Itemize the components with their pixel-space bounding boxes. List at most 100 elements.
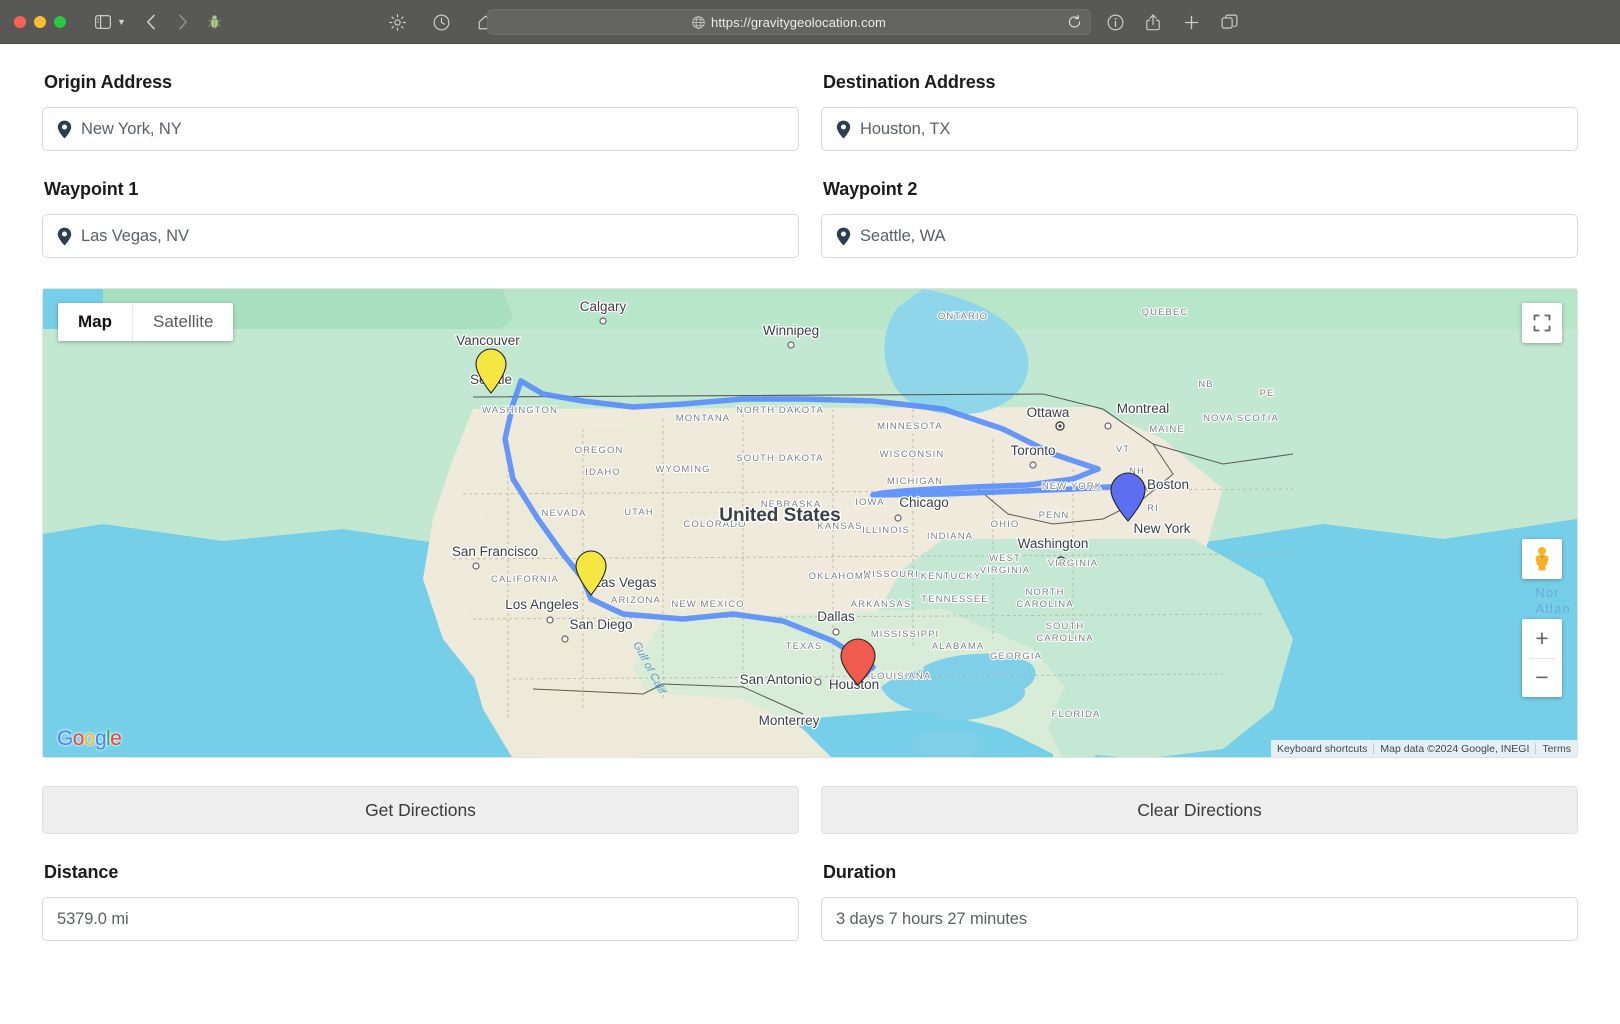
address-row-primary: Origin Address New York, NY Destination … [42,44,1578,151]
street-view-pegman-icon[interactable] [1522,539,1562,579]
svg-text:San Francisco: San Francisco [452,544,538,559]
tab-overview-icon[interactable] [1214,8,1244,36]
svg-text:ARKANSAS: ARKANSAS [851,599,912,610]
share-icon[interactable] [1138,8,1168,36]
zoom-in-button[interactable]: + [1522,619,1562,658]
svg-text:Calgary: Calgary [580,299,627,314]
map-type-toggle[interactable]: Map Satellite [58,303,233,341]
get-directions-button[interactable]: Get Directions [42,786,799,834]
svg-text:LOUISIANA: LOUISIANA [871,671,932,682]
svg-text:Vancouver: Vancouver [456,333,520,348]
destination-field-group: Destination Address Houston, TX [821,44,1578,151]
duration-value: 3 days 7 hours 27 minutes [836,910,1027,929]
svg-text:Chicago: Chicago [899,495,949,510]
gear-icon[interactable] [382,8,412,36]
waypoint1-label: Waypoint 1 [44,179,799,200]
distance-group: Distance 5379.0 mi [42,834,799,941]
reload-icon[interactable] [1067,15,1082,30]
origin-input[interactable]: New York, NY [42,107,799,151]
results-row: Distance 5379.0 mi Duration 3 days 7 hou… [42,834,1578,941]
fullscreen-icon[interactable] [1522,303,1562,343]
google-logo-letter-e: e [110,727,121,750]
zoom-controls[interactable]: + − [1522,619,1562,697]
svg-text:Washington: Washington [1018,536,1089,551]
svg-text:Monterrey: Monterrey [759,713,820,728]
map-type-map-button[interactable]: Map [58,303,132,341]
svg-text:IDAHO: IDAHO [585,467,621,478]
origin-value: New York, NY [81,120,182,139]
map-canvas[interactable]: Calgary Vancouver Winnipeg Seattle ONTAR… [43,289,1577,758]
distance-value: 5379.0 mi [57,910,129,929]
svg-text:OREGON: OREGON [575,445,624,456]
svg-text:QUEBEC: QUEBEC [1142,307,1189,318]
duration-output: 3 days 7 hours 27 minutes [821,897,1578,941]
maximize-window-button[interactable] [54,16,66,28]
svg-text:Ottawa: Ottawa [1027,405,1070,420]
svg-text:CAROLINA: CAROLINA [1016,599,1073,610]
keyboard-shortcuts-link[interactable]: Keyboard shortcuts [1271,743,1373,755]
svg-text:TENNESSEE: TENNESSEE [921,594,988,605]
svg-text:UTAH: UTAH [624,507,654,518]
zoom-out-button[interactable]: − [1522,659,1562,698]
map-pin-icon [836,227,851,246]
svg-text:NORTH DAKOTA: NORTH DAKOTA [736,405,824,416]
clock-icon[interactable] [426,8,456,36]
svg-text:Boston: Boston [1147,477,1189,492]
svg-text:WISCONSIN: WISCONSIN [880,449,945,460]
terms-link[interactable]: Terms [1536,743,1577,755]
svg-text:NEW YORK: NEW YORK [1042,481,1102,492]
destination-input[interactable]: Houston, TX [821,107,1578,151]
svg-text:Winnipeg: Winnipeg [763,323,819,338]
svg-text:MAINE: MAINE [1149,424,1185,435]
distance-output: 5379.0 mi [42,897,799,941]
svg-text:CALIFORNIA: CALIFORNIA [491,574,559,585]
address-bar[interactable]: https://gravitygeolocation.com [487,9,1091,35]
map-data-attribution: Map data ©2024 Google, INEGI [1374,743,1535,755]
forward-arrow-icon[interactable] [168,8,198,36]
svg-text:San Antonio: San Antonio [740,672,813,687]
svg-text:TEXAS: TEXAS [786,641,823,652]
waypoint1-field-group: Waypoint 1 Las Vegas, NV [42,151,799,258]
svg-text:VT: VT [1116,444,1130,455]
svg-text:NEVADA: NEVADA [542,508,587,519]
waypoint-row: Waypoint 1 Las Vegas, NV Waypoint 2 Seat… [42,151,1578,258]
plus-icon[interactable] [1176,8,1206,36]
svg-text:RI: RI [1147,503,1159,514]
duration-group: Duration 3 days 7 hours 27 minutes [821,834,1578,941]
svg-text:Montreal: Montreal [1117,401,1170,416]
svg-text:MISSOURI: MISSOURI [863,569,919,580]
sidebar-icon[interactable] [88,8,118,36]
url-text: https://gravitygeolocation.com [711,15,886,30]
svg-text:OHIO: OHIO [991,519,1020,530]
waypoint2-value: Seattle, WA [860,227,945,246]
bug-icon[interactable] [200,8,230,36]
map-container[interactable]: Calgary Vancouver Winnipeg Seattle ONTAR… [42,288,1578,758]
chevron-down-icon[interactable]: ▼ [117,17,126,27]
map-type-satellite-button[interactable]: Satellite [133,303,233,341]
svg-text:SOUTH: SOUTH [1046,621,1085,632]
svg-text:PENN: PENN [1039,510,1070,521]
svg-text:SOUTH DAKOTA: SOUTH DAKOTA [736,453,823,464]
svg-text:CAROLINA: CAROLINA [1036,633,1093,644]
destination-label: Destination Address [823,72,1578,93]
svg-text:NORTH: NORTH [1025,587,1064,598]
svg-text:GEORGIA: GEORGIA [990,651,1042,662]
google-logo-letter-g2: g [95,727,106,750]
svg-text:NOVA SCOTIA: NOVA SCOTIA [1203,413,1279,424]
svg-text:New York: New York [1133,521,1190,536]
info-icon[interactable] [1100,8,1130,36]
svg-text:WYOMING: WYOMING [655,464,710,475]
waypoint2-input[interactable]: Seattle, WA [821,214,1578,258]
clear-directions-button[interactable]: Clear Directions [821,786,1578,834]
close-window-button[interactable] [14,16,26,28]
origin-field-group: Origin Address New York, NY [42,44,799,151]
svg-text:Los Angeles: Los Angeles [505,597,579,612]
svg-text:ALABAMA: ALABAMA [932,641,985,652]
origin-label: Origin Address [44,72,799,93]
minimize-window-button[interactable] [34,16,46,28]
waypoint1-input[interactable]: Las Vegas, NV [42,214,799,258]
back-arrow-icon[interactable] [136,8,166,36]
duration-label: Duration [823,862,1578,883]
globe-icon [692,16,705,29]
svg-text:WASHINGTON: WASHINGTON [482,405,558,416]
